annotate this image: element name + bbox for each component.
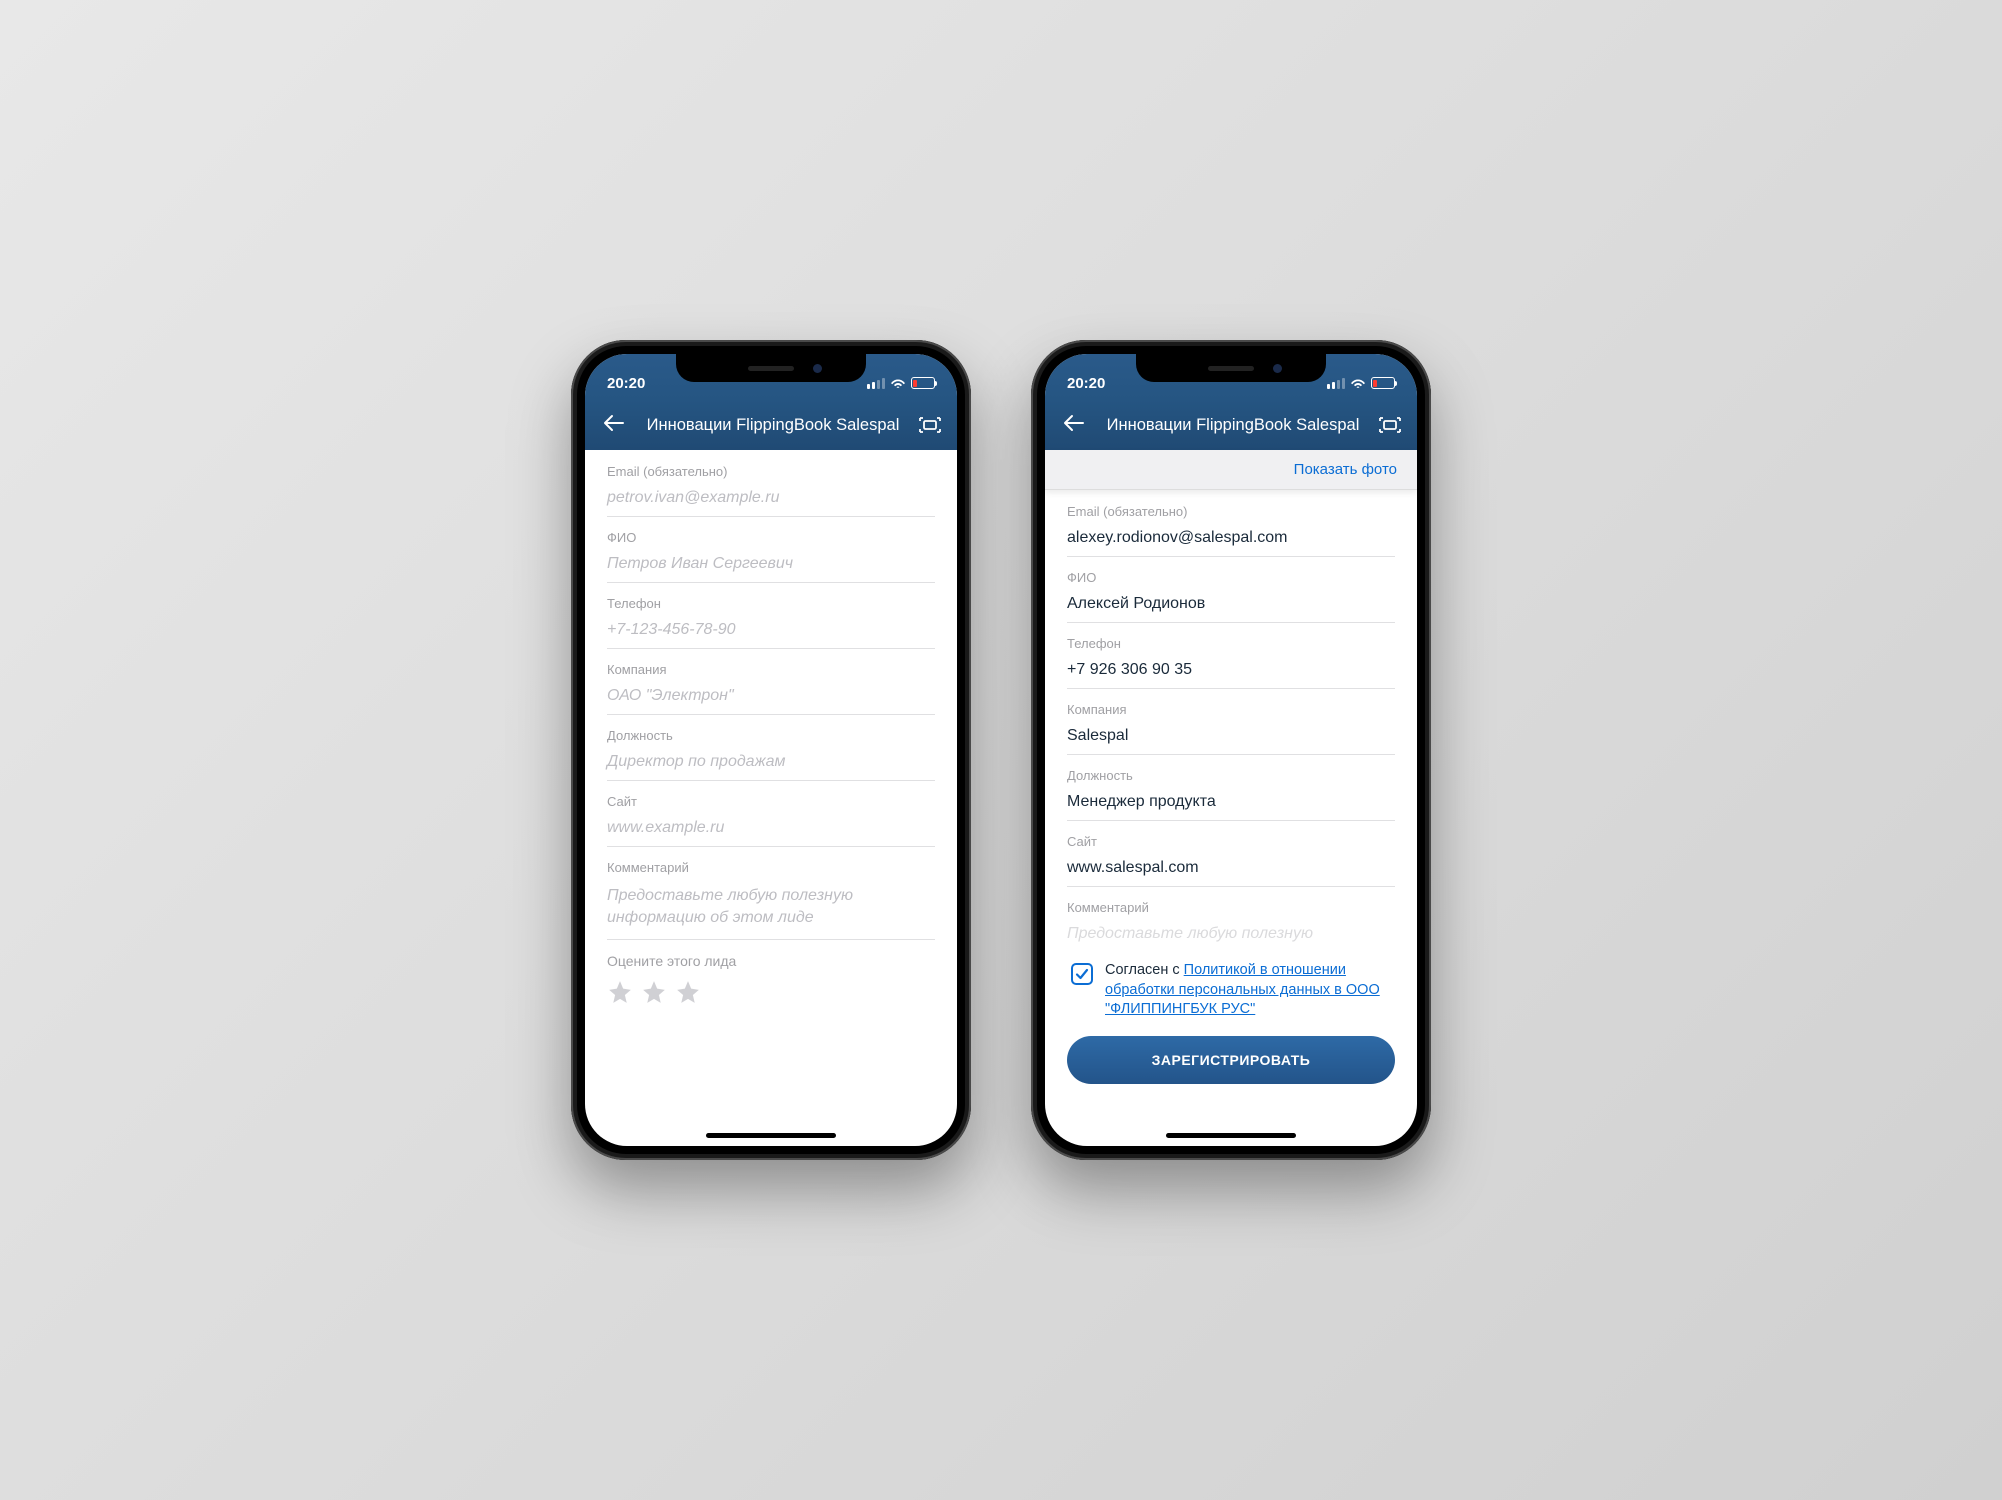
field-email: Email (обязательно) petrov.ivan@example.… <box>607 464 935 517</box>
status-time: 20:20 <box>1067 375 1105 392</box>
back-button[interactable] <box>1059 407 1089 443</box>
wifi-icon <box>1350 376 1366 391</box>
input-site[interactable]: www.example.ru <box>607 815 935 847</box>
label-fio: ФИО <box>1067 570 1395 585</box>
cellular-signal-icon <box>1327 378 1345 389</box>
phone-mockup-right: 20:20 Инновации FlippingBook Salespal По… <box>1031 340 1431 1160</box>
field-fio: ФИО Петров Иван Сергеевич <box>607 530 935 583</box>
consent-checkbox[interactable] <box>1071 963 1093 985</box>
label-phone: Телефон <box>607 596 935 611</box>
screen: 20:20 Инновации FlippingBook Salespal Em… <box>585 354 957 1146</box>
consent-row: Согласен с Политикой в отношении обработ… <box>1067 955 1395 1036</box>
nav-bar: Инновации FlippingBook Salespal <box>585 400 957 450</box>
nav-bar: Инновации FlippingBook Salespal <box>1045 400 1417 450</box>
home-indicator[interactable] <box>706 1133 836 1138</box>
field-phone: Телефон +7-123-456-78-90 <box>607 596 935 649</box>
field-phone: Телефон +7 926 306 90 35 <box>1067 636 1395 689</box>
notch <box>676 354 866 382</box>
battery-icon <box>1371 377 1395 389</box>
input-company[interactable]: ОАО "Электрон" <box>607 683 935 715</box>
label-email: Email (обязательно) <box>1067 504 1395 519</box>
top-action-bar: Показать фото <box>1045 450 1417 490</box>
show-photo-link[interactable]: Показать фото <box>1294 461 1397 478</box>
input-comment[interactable]: Предоставьте любую полезную информацию о… <box>607 881 935 940</box>
input-comment[interactable]: Предоставьте любую полезную <box>1067 921 1395 951</box>
input-email[interactable]: petrov.ivan@example.ru <box>607 485 935 517</box>
field-role: Должность Менеджер продукта <box>1067 768 1395 821</box>
status-time: 20:20 <box>607 375 645 392</box>
input-email[interactable]: alexey.rodionov@salespal.com <box>1067 525 1395 557</box>
notch <box>1136 354 1326 382</box>
field-email: Email (обязательно) alexey.rodionov@sale… <box>1067 504 1395 557</box>
star-icon[interactable] <box>607 979 633 1005</box>
home-indicator[interactable] <box>1166 1133 1296 1138</box>
field-comment: Комментарий Предоставьте любую полезную <box>1067 900 1395 951</box>
field-comment: Комментарий Предоставьте любую полезную … <box>607 860 935 940</box>
label-company: Компания <box>1067 702 1395 717</box>
consent-text: Согласен с Политикой в отношении обработ… <box>1105 961 1391 1020</box>
input-role[interactable]: Директор по продажам <box>607 749 935 781</box>
input-role[interactable]: Менеджер продукта <box>1067 789 1395 821</box>
input-fio[interactable]: Алексей Родионов <box>1067 591 1395 623</box>
label-phone: Телефон <box>1067 636 1395 651</box>
field-fio: ФИО Алексей Родионов <box>1067 570 1395 623</box>
label-comment: Комментарий <box>1067 900 1395 915</box>
star-icon[interactable] <box>675 979 701 1005</box>
label-fio: ФИО <box>607 530 935 545</box>
battery-icon <box>911 377 935 389</box>
rating-stars <box>607 979 935 1005</box>
nav-title: Инновации FlippingBook Salespal <box>1089 416 1377 435</box>
label-role: Должность <box>1067 768 1395 783</box>
field-site: Сайт www.example.ru <box>607 794 935 847</box>
label-company: Компания <box>607 662 935 677</box>
input-fio[interactable]: Петров Иван Сергеевич <box>607 551 935 583</box>
star-icon[interactable] <box>641 979 667 1005</box>
form-content[interactable]: Email (обязательно) alexey.rodionov@sale… <box>1045 490 1417 1146</box>
label-site: Сайт <box>607 794 935 809</box>
field-company: Компания Salespal <box>1067 702 1395 755</box>
scan-icon[interactable] <box>1377 415 1403 435</box>
label-email: Email (обязательно) <box>607 464 935 479</box>
field-company: Компания ОАО "Электрон" <box>607 662 935 715</box>
back-button[interactable] <box>599 407 629 443</box>
register-button[interactable]: ЗАРЕГИСТРИРОВАТЬ <box>1067 1036 1395 1084</box>
wifi-icon <box>890 376 906 391</box>
label-site: Сайт <box>1067 834 1395 849</box>
input-phone[interactable]: +7-123-456-78-90 <box>607 617 935 649</box>
nav-title: Инновации FlippingBook Salespal <box>629 416 917 435</box>
phone-mockup-left: 20:20 Инновации FlippingBook Salespal Em… <box>571 340 971 1160</box>
input-site[interactable]: www.salespal.com <box>1067 855 1395 887</box>
field-site: Сайт www.salespal.com <box>1067 834 1395 887</box>
input-phone[interactable]: +7 926 306 90 35 <box>1067 657 1395 689</box>
scan-icon[interactable] <box>917 415 943 435</box>
rating-label: Оцените этого лида <box>607 953 935 969</box>
form-content[interactable]: Email (обязательно) petrov.ivan@example.… <box>585 450 957 1146</box>
field-role: Должность Директор по продажам <box>607 728 935 781</box>
cellular-signal-icon <box>867 378 885 389</box>
screen: 20:20 Инновации FlippingBook Salespal По… <box>1045 354 1417 1146</box>
input-company[interactable]: Salespal <box>1067 723 1395 755</box>
label-comment: Комментарий <box>607 860 935 875</box>
label-role: Должность <box>607 728 935 743</box>
